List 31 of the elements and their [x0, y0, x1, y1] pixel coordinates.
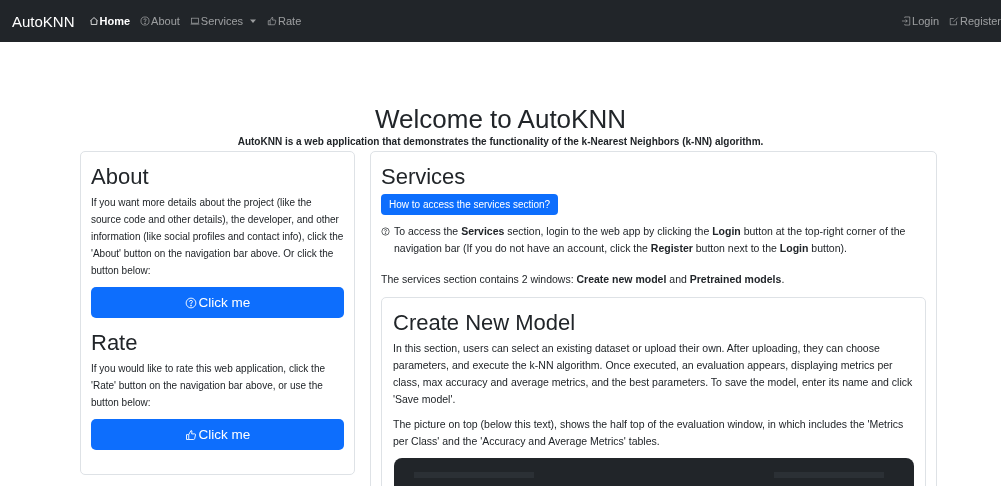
section-text: In this section, users can select an existing dataset or upload their own. After uploading, they can choose parameters, and execute the k-NN algorithm. Once executed, an evaluation appears, displaying metrics per class, max accuracy and average metrics, and the best parameters. To save the model, enter its name and click 'Save model'.: [393, 341, 914, 407]
summary-text: The services section contains 2 windows: Create new model and Pretrained models.: [381, 272, 786, 287]
help-icon: [381, 227, 390, 236]
section-title: Services: [381, 164, 467, 190]
help-button[interactable]: How to access the services section?: [381, 194, 559, 215]
nav-link[interactable]: About: [140, 15, 180, 27]
section-title: Rate: [91, 330, 139, 356]
nav-link[interactable]: Login: [901, 15, 940, 27]
info-text: To access the Services section, login to the web app by clicking the Login button at the top-right corner of the navigation bar (If you do not have an account, click the Register button next to the Login button).: [394, 224, 907, 256]
click-me-button[interactable]: Click me: [91, 287, 344, 318]
help-icon: [140, 16, 151, 26]
brand-logo[interactable]: AutoKNN: [12, 12, 75, 30]
edit-icon: [949, 16, 960, 26]
section-text: The picture on top (below this text), shows the half top of the evaluation window, in which includes the 'Metrics per Class' and the 'Accuracy and Average Metrics' tables.: [393, 417, 905, 449]
section-title: Create New Model: [393, 310, 577, 336]
section-text: If you want more details about the project (like the source code and other details), the developer, and other information (like social profiles and contact info), click the 'About' button on the navigation bar above. Or click the button below:: [91, 196, 344, 278]
nav-link[interactable]: Register: [949, 15, 1001, 27]
section-title: About: [91, 164, 150, 190]
help-icon: [184, 296, 197, 309]
nav-link[interactable]: Rate: [267, 15, 302, 27]
page-title: Welcome to AutoKNN: [374, 103, 627, 134]
nav-link[interactable]: Services: [189, 15, 258, 27]
click-me-button[interactable]: Click me: [91, 419, 344, 450]
login-icon: [901, 16, 912, 26]
laptop-icon: [189, 16, 200, 26]
page-subtitle: AutoKNN is a web application that demonstrates the functionality of the k-Nearest Neighbors (k-NN) algorithm.: [236, 136, 765, 147]
thumbs-up-icon: [267, 16, 278, 26]
thumbs-up-icon: [184, 428, 197, 441]
home-icon: [88, 16, 99, 26]
section-text: If you would like to rate this web application, click the 'Rate' button on the navigation bar above, or use the button below:: [91, 362, 326, 410]
nav-link[interactable]: Home: [88, 15, 131, 27]
